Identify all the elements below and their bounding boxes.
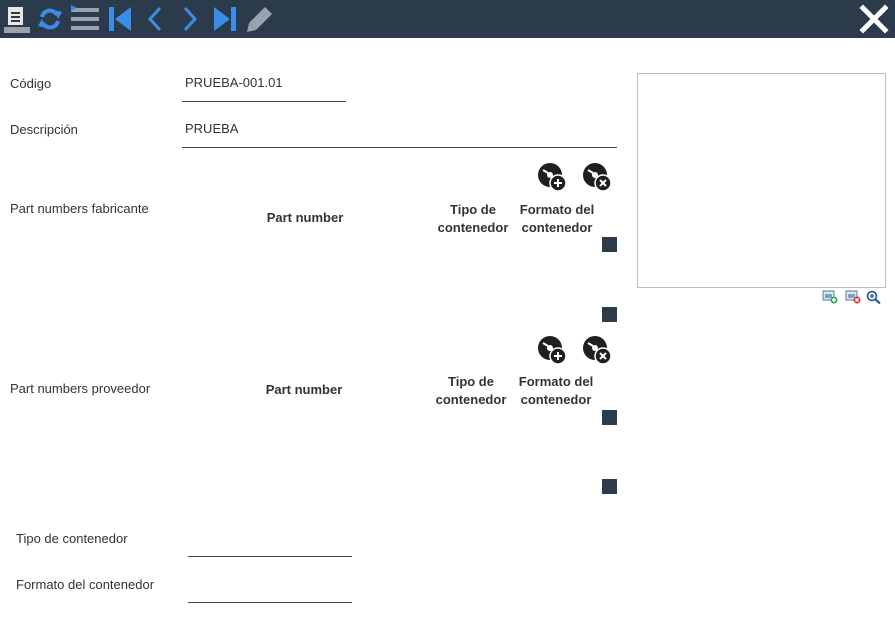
close-icon[interactable] [857, 0, 891, 38]
tipo-contenedor-label: Tipo de contenedor [16, 531, 128, 546]
fabricante-col-tipo: Tipo de contenedor [432, 201, 514, 237]
add-fabricante-button[interactable] [537, 162, 567, 192]
formato-contenedor-field[interactable] [190, 577, 350, 595]
add-proveedor-button[interactable] [537, 335, 567, 365]
image-preview-box[interactable] [637, 73, 886, 288]
proveedor-section-label: Part numbers proveedor [10, 381, 151, 396]
proveedor-col-tipo: Tipo de contenedor [430, 373, 512, 409]
descripcion-field[interactable]: PRUEBA [185, 121, 238, 136]
remove-image-icon[interactable] [845, 290, 861, 304]
document-icon[interactable] [3, 0, 31, 38]
refresh-icon[interactable] [35, 0, 65, 38]
formato-contenedor-underline [188, 602, 352, 603]
tipo-contenedor-underline [188, 556, 352, 557]
disc-add-icon [538, 336, 567, 365]
fabricante-col-tipo-line2: contenedor [437, 220, 509, 235]
codigo-underline [182, 101, 346, 102]
formato-contenedor-label: Formato del contenedor [16, 577, 155, 592]
toolbar [0, 0, 895, 38]
proveedor-col-part-number: Part number [265, 382, 343, 397]
fabricante-row-marker[interactable] [602, 307, 617, 322]
descripcion-underline [182, 147, 617, 148]
codigo-field[interactable]: PRUEBA-001.01 [185, 75, 283, 90]
fabricante-col-part-number: Part number [266, 210, 344, 225]
fabricante-section-label: Part numbers fabricante [10, 201, 149, 216]
disc-add-icon [538, 163, 567, 192]
disc-remove-icon [583, 336, 612, 365]
remove-fabricante-button[interactable] [582, 162, 612, 192]
descripcion-label: Descripción [10, 122, 78, 137]
tipo-contenedor-field[interactable] [190, 531, 350, 549]
remove-proveedor-button[interactable] [582, 335, 612, 365]
proveedor-col-tipo-line2: contenedor [435, 392, 507, 407]
fabricante-col-formato-line1: Formato del [519, 202, 595, 217]
fabricante-row-marker[interactable] [602, 237, 617, 252]
proveedor-row-marker[interactable] [602, 410, 617, 425]
fabricante-col-formato: Formato del contenedor [514, 201, 600, 237]
zoom-image-icon[interactable] [866, 290, 882, 305]
fabricante-col-tipo-line1: Tipo de [450, 202, 496, 217]
add-image-icon[interactable] [822, 290, 838, 304]
edit-pencil-icon[interactable] [244, 0, 276, 38]
list-icon[interactable] [68, 0, 102, 38]
previous-icon[interactable] [143, 0, 167, 38]
proveedor-col-formato-line1: Formato del [518, 374, 594, 389]
fabricante-col-formato-line2: contenedor [521, 220, 593, 235]
disc-remove-icon [583, 163, 612, 192]
proveedor-col-formato: Formato del contenedor [513, 373, 599, 409]
codigo-label: Código [10, 76, 52, 91]
proveedor-col-tipo-line1: Tipo de [448, 374, 494, 389]
last-record-icon[interactable] [211, 0, 239, 38]
proveedor-col-formato-line2: contenedor [520, 392, 592, 407]
proveedor-row-marker[interactable] [602, 479, 617, 494]
first-record-icon[interactable] [106, 0, 134, 38]
next-icon[interactable] [178, 0, 202, 38]
